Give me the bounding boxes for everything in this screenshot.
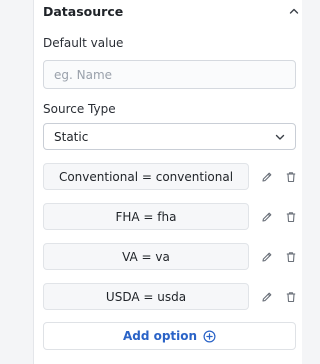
option-row: USDA = usda: [43, 283, 305, 310]
chevron-down-icon: [274, 131, 286, 143]
left-gutter: [0, 0, 33, 364]
trash-icon[interactable]: [284, 170, 298, 184]
default-value-label: Default value: [43, 36, 124, 50]
pencil-icon[interactable]: [260, 210, 274, 224]
default-value-input[interactable]: [43, 60, 296, 89]
plus-circle-icon: [203, 329, 216, 343]
option-item[interactable]: FHA = fha: [43, 203, 249, 230]
pencil-icon[interactable]: [260, 290, 274, 304]
source-type-select[interactable]: Static: [43, 123, 296, 150]
chevron-up-icon[interactable]: [287, 4, 301, 18]
trash-icon[interactable]: [284, 290, 298, 304]
source-type-label: Source Type: [43, 102, 116, 116]
pencil-icon[interactable]: [260, 170, 274, 184]
pencil-icon[interactable]: [260, 250, 274, 264]
add-option-button[interactable]: Add option: [43, 322, 296, 350]
datasource-panel: Datasource Default value Source Type Sta…: [33, 0, 302, 364]
option-item[interactable]: USDA = usda: [43, 283, 249, 310]
option-row: VA = va: [43, 243, 305, 270]
source-type-selected: Static: [54, 129, 89, 144]
option-item[interactable]: VA = va: [43, 243, 249, 270]
section-title: Datasource: [43, 3, 124, 19]
section-header[interactable]: Datasource: [43, 2, 301, 20]
option-item[interactable]: Conventional = conventional: [43, 163, 249, 190]
option-row: FHA = fha: [43, 203, 305, 230]
add-option-label: Add option: [122, 329, 198, 343]
option-row: Conventional = conventional: [43, 163, 305, 190]
trash-icon[interactable]: [284, 210, 298, 224]
trash-icon[interactable]: [284, 250, 298, 264]
